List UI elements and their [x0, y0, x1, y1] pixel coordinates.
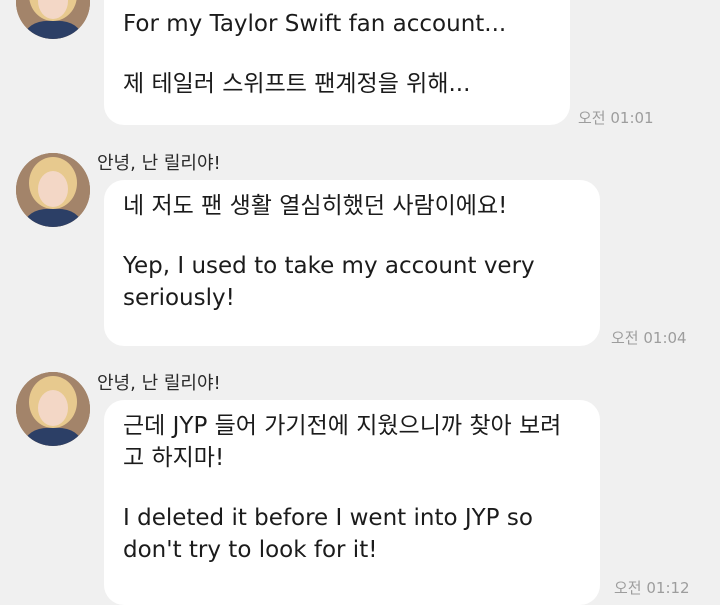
message-text: Yep, I used to take my account very seri… [123, 253, 535, 311]
message-text: 제 테일러 스위프트 팬계정을 위해... [123, 71, 471, 97]
message-timestamp: 오전 01:01 [578, 109, 654, 127]
avatar[interactable] [16, 372, 90, 446]
message-bubble: For my Taylor Swift fan account... 제 테일러… [104, 0, 570, 125]
message-bubble: 네 저도 팬 생활 열심히했던 사람이에요! Yep, I used to ta… [104, 180, 600, 346]
message-text: For my Taylor Swift fan account... [123, 11, 507, 37]
avatar[interactable] [16, 0, 90, 39]
message-timestamp: 오전 01:12 [614, 579, 690, 597]
message-text: 네 저도 팬 생활 열심히했던 사람이에요! [123, 193, 508, 219]
sender-name: 안녕, 난 릴리야! [97, 153, 221, 174]
avatar[interactable] [16, 153, 90, 227]
message-text: I deleted it before I went into JYP so d… [123, 505, 533, 563]
message-bubble: 근데 JYP 들어 가기전에 지웠으니까 찾아 보려고 하지마! I delet… [104, 400, 600, 605]
message-text: 근데 JYP 들어 가기전에 지웠으니까 찾아 보려고 하지마! [123, 413, 562, 471]
message-timestamp: 오전 01:04 [611, 329, 687, 347]
sender-name: 안녕, 난 릴리야! [97, 373, 221, 394]
